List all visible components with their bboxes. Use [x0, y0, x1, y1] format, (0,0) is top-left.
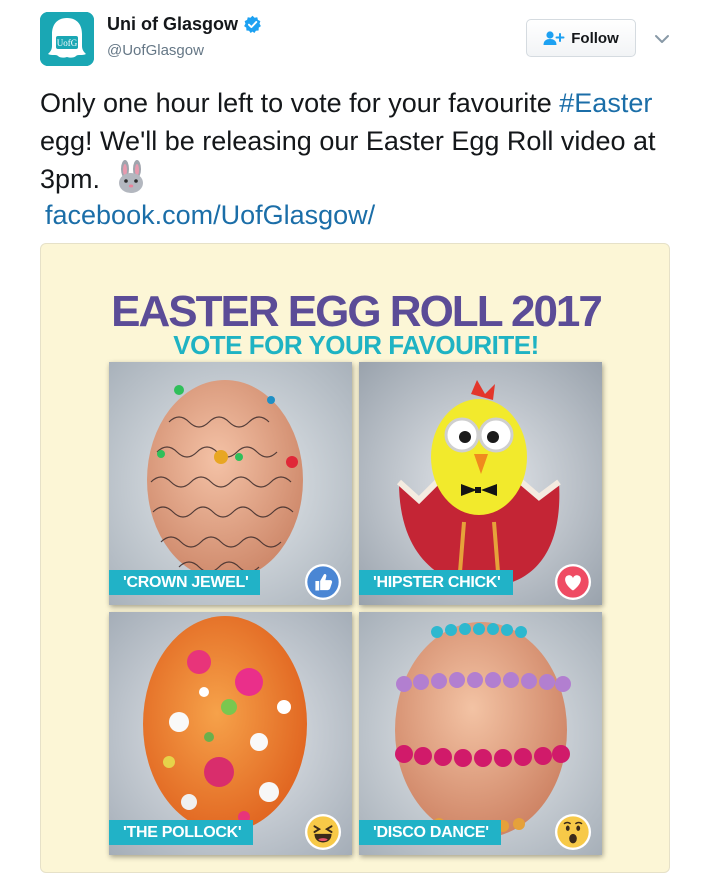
egg-label: 'THE POLLOCK' — [109, 820, 254, 845]
facebook-link[interactable]: facebook.com/UofGlasgow/ — [45, 196, 375, 234]
rabbit-face-icon — [118, 160, 143, 193]
tweet-text: Only one hour left to vote for your favo… — [40, 84, 680, 198]
avatar[interactable]: UofG — [40, 12, 94, 66]
account-handle[interactable]: @UofGlasgow — [107, 42, 204, 59]
egg-label: 'HIPSTER CHICK' — [359, 570, 513, 595]
tweet-text-part1: Only one hour left to vote for your favo… — [40, 88, 560, 118]
follow-button-label: Follow — [571, 29, 619, 47]
egg-card-crown-jewel[interactable]: 'CROWN JEWEL' — [109, 362, 352, 605]
like-icon[interactable] — [304, 563, 342, 601]
egg-card-hipster-chick[interactable]: 'HIPSTER CHICK' — [359, 362, 602, 605]
avatar-logo-icon: UofG — [40, 12, 94, 66]
egg-card-disco-dance[interactable]: 'DISCO DANCE' — [359, 612, 602, 855]
add-user-icon — [543, 31, 565, 45]
avatar-text: UofG — [57, 38, 78, 48]
wow-icon[interactable] — [554, 813, 592, 851]
tweet-header: UofG Uni of Glasgow @UofGlasgow Follow — [40, 12, 680, 72]
account-name[interactable]: Uni of Glasgow — [107, 14, 238, 35]
verified-badge-icon — [244, 15, 261, 34]
egg-label: 'CROWN JEWEL' — [109, 570, 261, 595]
chevron-down-icon[interactable] — [653, 30, 671, 48]
follow-button[interactable]: Follow — [526, 19, 636, 57]
name-row: Uni of Glasgow — [107, 14, 262, 35]
egg-card-the-pollock[interactable]: 'THE POLLOCK' — [109, 612, 352, 855]
love-icon[interactable] — [554, 563, 592, 601]
haha-icon[interactable] — [304, 813, 342, 851]
media-image[interactable]: EASTER EGG ROLL 2017 VOTE FOR YOUR FAVOU… — [40, 243, 670, 873]
media-title: EASTER EGG ROLL 2017 — [111, 287, 603, 336]
hashtag-link[interactable]: #Easter — [559, 88, 652, 118]
egg-label: 'DISCO DANCE' — [359, 820, 501, 845]
media-subtitle: VOTE FOR YOUR FAVOURITE! — [173, 330, 539, 360]
